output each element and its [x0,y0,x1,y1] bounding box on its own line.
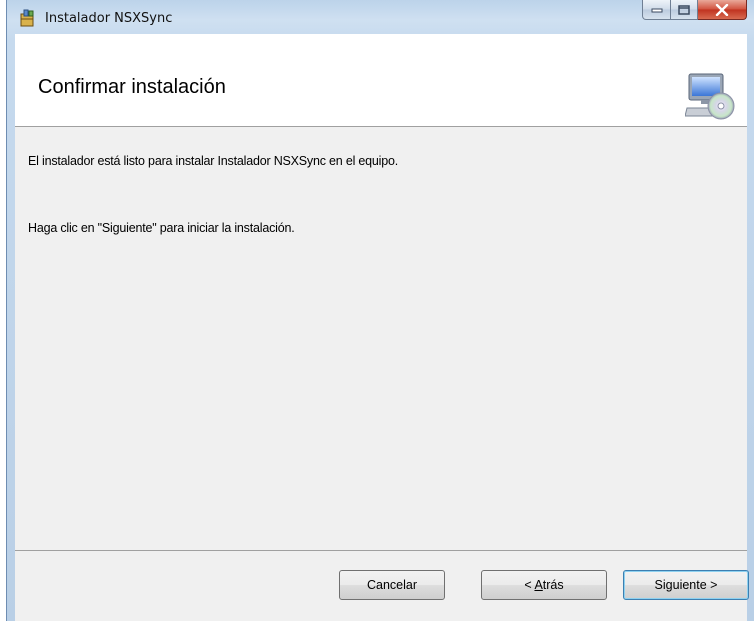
confirmation-message: El instalador está listo para instalar I… [28,154,399,168]
header-banner: Confirmar instalación [15,34,747,127]
window-title: Instalador NSXSync [45,11,173,26]
back-rest: trás [542,578,564,592]
maximize-icon [678,4,690,15]
back-mnemonic: A [534,578,543,592]
installer-icon [20,9,34,27]
next-button[interactable]: Siguiente > [623,570,749,600]
back-button[interactable]: < Atrás [481,570,607,600]
footer-divider [15,550,747,551]
close-icon [715,3,729,16]
computer-disc-icon [685,73,735,120]
page-title: Confirmar instalación [38,76,226,98]
cancel-button[interactable]: Cancelar [339,570,445,600]
minimize-button[interactable] [642,0,671,20]
dialog-client-area: Confirmar instalación El instalador está… [15,34,749,621]
caption-buttons [642,0,747,24]
minimize-icon [651,8,662,12]
maximize-button[interactable] [671,0,698,20]
close-button[interactable] [698,0,747,20]
installer-window: Instalador NSXSync Confirmar instalación… [6,0,754,621]
back-prefix: < [524,578,535,592]
title-bar[interactable]: Instalador NSXSync [7,0,754,34]
instruction-message: Haga clic en "Siguiente" para iniciar la… [28,221,295,235]
